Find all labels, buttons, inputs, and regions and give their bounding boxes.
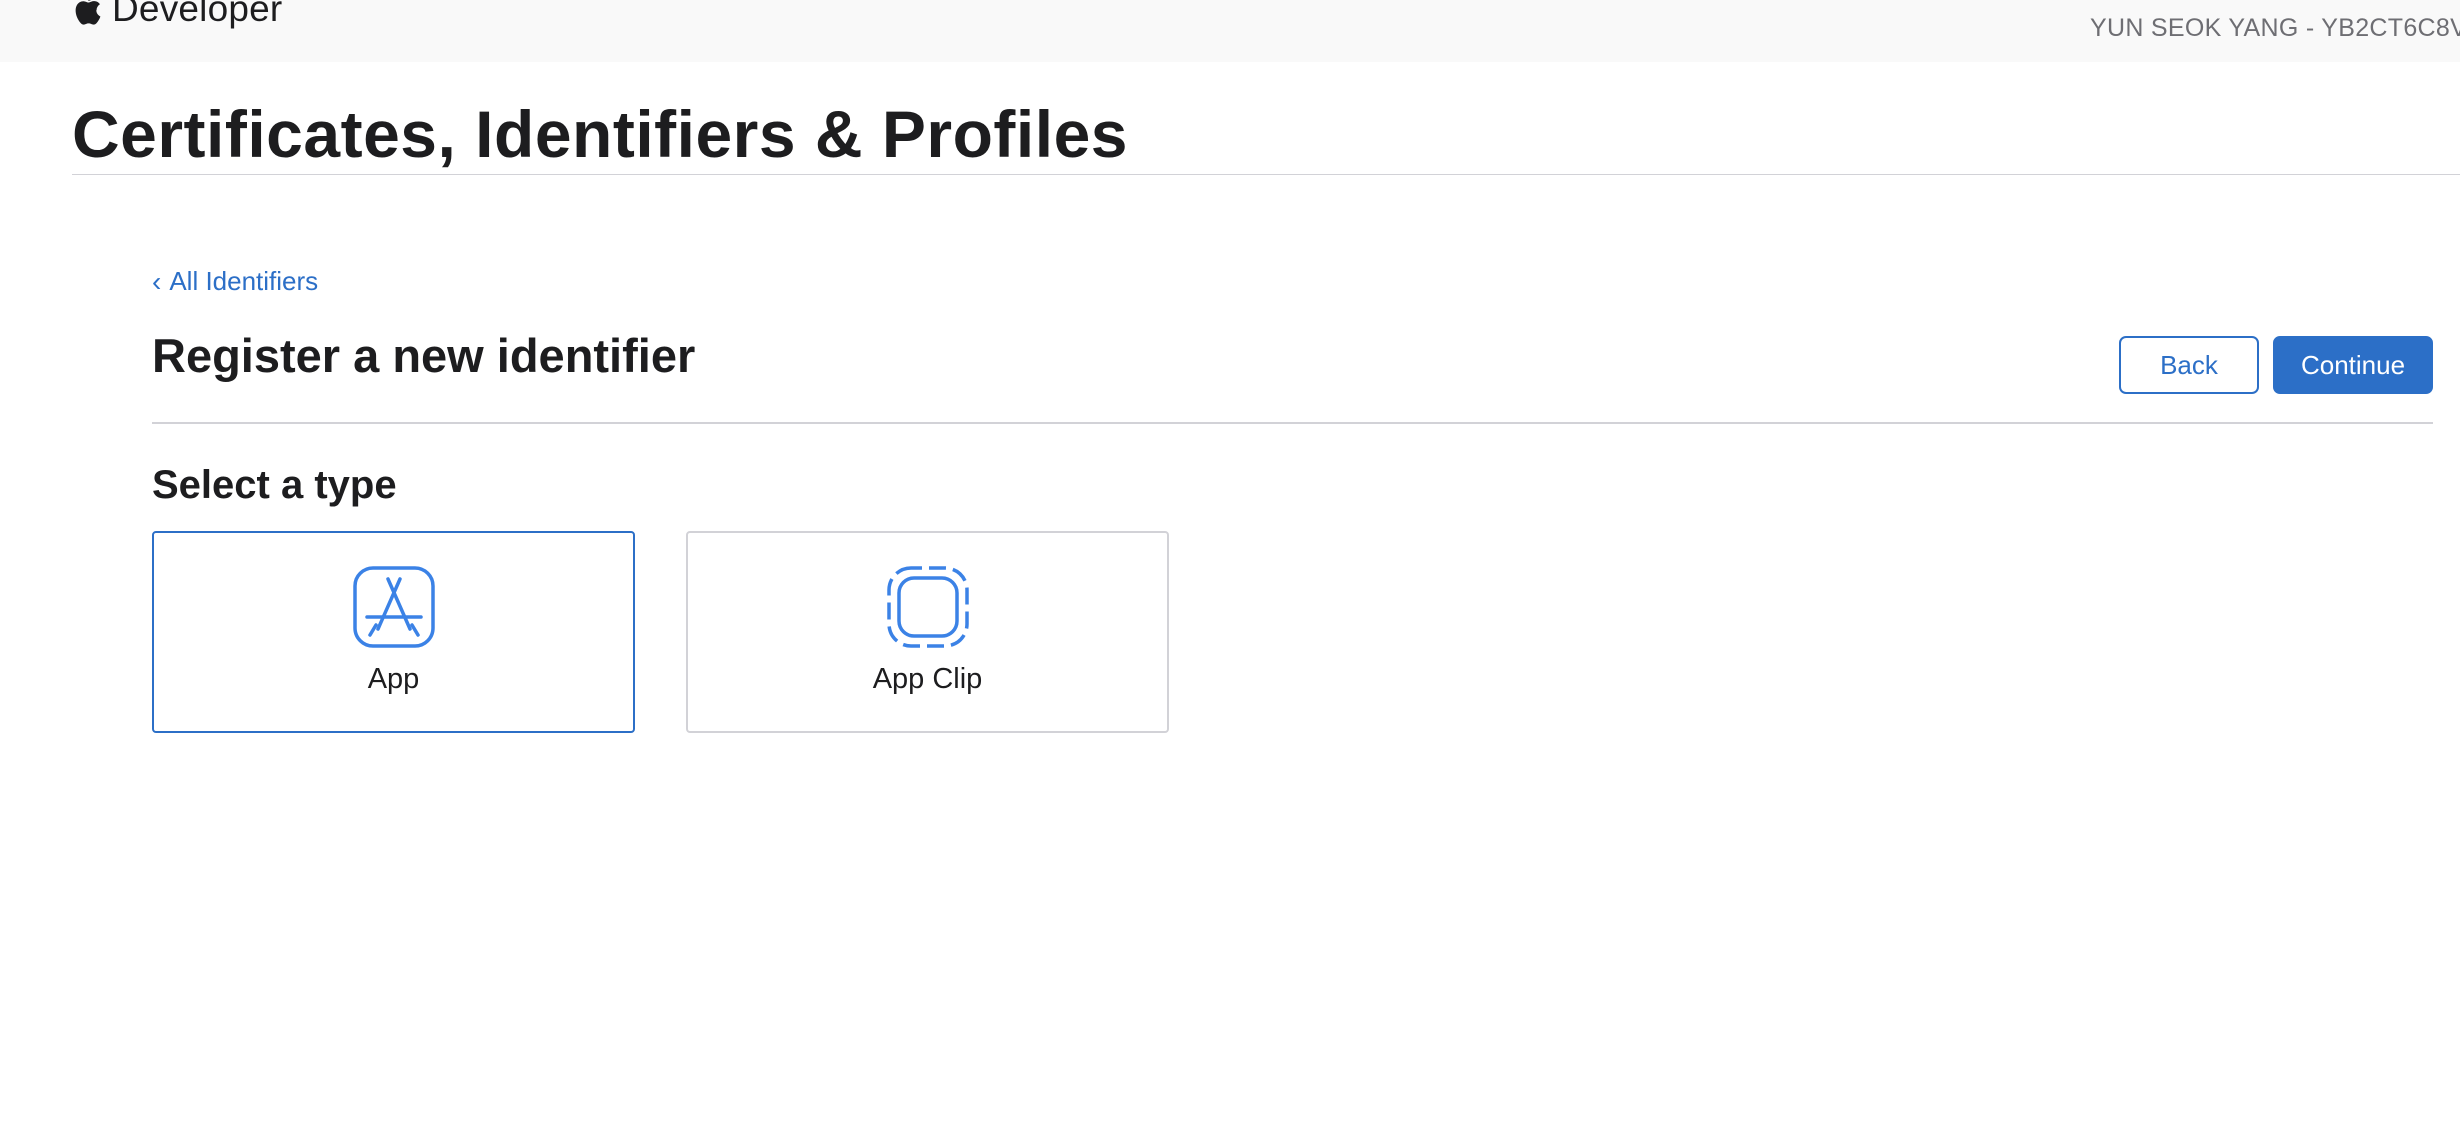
all-identifiers-link[interactable]: ‹ All Identifiers <box>152 266 318 297</box>
title-divider <box>72 174 2460 175</box>
apple-logo-icon <box>75 0 101 25</box>
global-header: Developer YUN SEOK YANG - YB2CT6C8V <box>0 0 2460 62</box>
brand-text: Developer <box>112 0 283 29</box>
app-clip-icon <box>886 565 970 649</box>
type-card-app[interactable]: App <box>152 531 635 733</box>
select-type-title: Select a type <box>152 463 397 507</box>
developer-home-link[interactable]: Developer <box>72 0 282 30</box>
type-card-app-clip[interactable]: App Clip <box>686 531 1169 733</box>
app-store-icon <box>352 565 436 649</box>
continue-button[interactable]: Continue <box>2273 336 2433 394</box>
chevron-left-icon: ‹ <box>152 265 162 297</box>
back-button[interactable]: Back <box>2119 336 2259 394</box>
section-divider <box>152 422 2433 424</box>
all-identifiers-label: All Identifiers <box>169 266 319 296</box>
page-title: Certificates, Identifiers & Profiles <box>72 97 1128 171</box>
type-card-app-label: App <box>367 663 420 695</box>
account-name[interactable]: YUN SEOK YANG - YB2CT6C8V <box>2090 14 2460 43</box>
section-title: Register a new identifier <box>152 329 696 382</box>
type-card-app-clip-label: App Clip <box>872 663 983 695</box>
